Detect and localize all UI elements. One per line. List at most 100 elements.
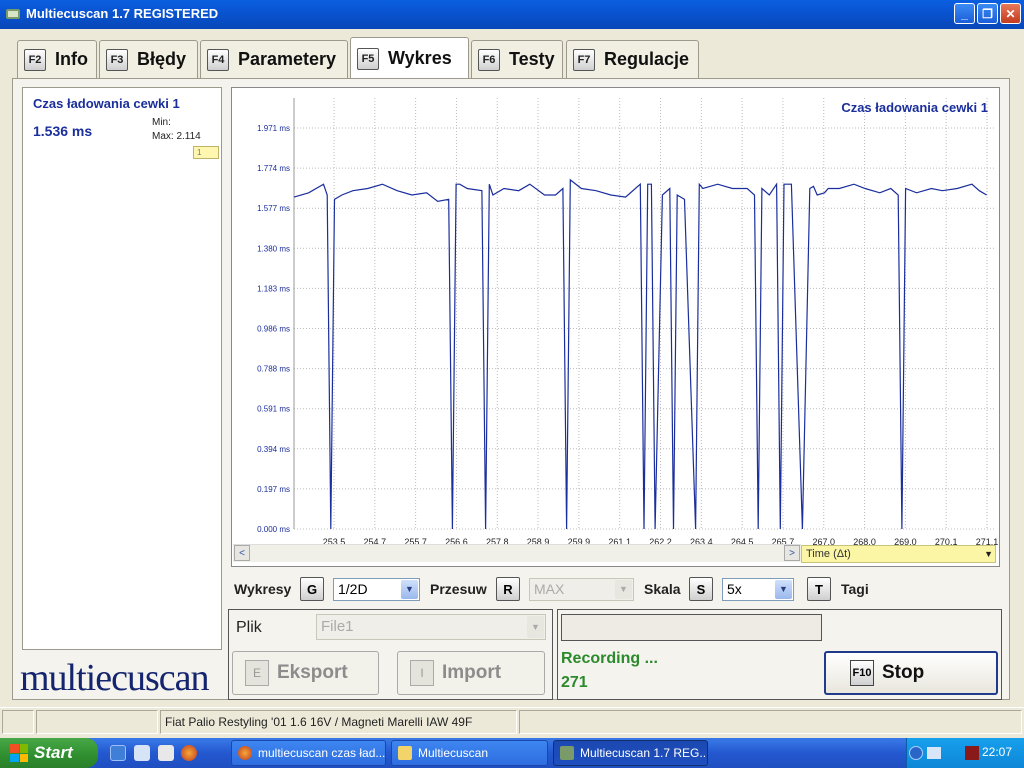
taskbar-item-label: multiecuscan czas ład... <box>258 746 386 760</box>
przesuw-select[interactable]: MAX ▼ <box>529 578 634 601</box>
przesuw-hotkey[interactable]: R <box>496 577 520 601</box>
file-value: File1 <box>321 618 354 635</box>
y-tick-label: 0.591 ms <box>257 405 290 414</box>
start-label: Start <box>34 743 73 762</box>
vehicle-info: Fiat Palio Restyling '01 1.6 16V / Magne… <box>160 710 517 751</box>
scroll-right-button[interactable]: > <box>784 545 800 561</box>
export-button[interactable]: E Eksport <box>232 651 379 695</box>
y-tick-label: 0.788 ms <box>257 365 290 374</box>
tab-parametery[interactable]: F4 Parametery <box>200 40 348 78</box>
series-line <box>293 178 987 530</box>
tab-key: F7 <box>573 48 595 71</box>
series-color-swatch[interactable]: 1 <box>193 146 219 159</box>
wykresy-hotkey[interactable]: G <box>300 577 324 601</box>
tab-key: F5 <box>357 47 379 70</box>
stop-label: Stop <box>882 662 925 683</box>
maximize-button[interactable]: ❐ <box>977 3 998 24</box>
stop-button[interactable]: F10 Stop <box>824 651 998 695</box>
wykresy-select[interactable]: 1/2D ▼ <box>333 578 420 601</box>
network-icon[interactable] <box>927 747 941 759</box>
skala-label: Skala <box>644 581 681 597</box>
quicklaunch-settings-icon[interactable] <box>110 745 126 761</box>
stop-hotkey: F10 <box>850 660 874 686</box>
quicklaunch-network-icon[interactable] <box>134 745 150 761</box>
chevron-right-icon: > <box>789 547 795 559</box>
chevron-down-icon: ▼ <box>527 616 544 638</box>
tab-key: F2 <box>24 48 46 71</box>
tab-bledy[interactable]: F3 Błędy <box>99 40 198 78</box>
y-tick-label: 1.183 ms <box>257 284 290 293</box>
tab-key: F6 <box>478 48 500 71</box>
window-title: Multiecuscan 1.7 REGISTERED <box>26 6 219 21</box>
tab-info[interactable]: F2 Info <box>17 40 97 78</box>
wykresy-value: 1/2D <box>338 581 368 597</box>
y-tick-label: 1.774 ms <box>257 164 290 173</box>
parameter-name: Czas ładowania cewki 1 <box>33 96 180 111</box>
time-axis-value: Time (Δt) <box>806 548 851 560</box>
taskbar-item-firefox[interactable]: multiecuscan czas ład... <box>231 740 386 766</box>
chart-area[interactable]: 0.000 ms 0.197 ms 0.394 ms 0.591 ms 0.788 ms… <box>231 87 1000 567</box>
wykresy-label: Wykresy <box>234 581 292 597</box>
folder-icon <box>398 746 412 760</box>
tab-label: Parametery <box>238 49 337 69</box>
recording-count: 271 <box>561 674 588 691</box>
tab-label: Testy <box>509 49 555 69</box>
chart-grid <box>293 98 994 530</box>
line-chart[interactable]: 0.000 ms 0.197 ms 0.394 ms 0.591 ms 0.788 ms… <box>232 88 1001 568</box>
app-icon <box>6 9 20 19</box>
skala-select[interactable]: 5x ▼ <box>722 578 794 601</box>
close-button[interactable]: ✕ <box>1000 3 1021 24</box>
export-label: Eksport <box>277 662 348 683</box>
parameter-list[interactable]: Czas ładowania cewki 1 1.536 ms Min: Max… <box>22 87 222 650</box>
tagi-hotkey[interactable]: T <box>807 577 831 601</box>
tab-label: Wykres <box>388 48 452 68</box>
import-hotkey: I <box>410 660 434 686</box>
export-hotkey: E <box>245 660 269 686</box>
quicklaunch-firefox-icon[interactable] <box>181 745 197 761</box>
app-icon <box>560 746 574 760</box>
tab-wykres[interactable]: F5 Wykres <box>350 37 469 79</box>
przesuw-label: Przesuw <box>430 581 487 597</box>
scroll-left-button[interactable]: < <box>234 545 250 561</box>
recording-progress-field <box>561 614 822 641</box>
parameter-min: Min: <box>152 117 171 128</box>
y-tick-label: 0.394 ms <box>257 445 290 454</box>
parameter-value: 1.536 ms <box>33 123 93 139</box>
tab-label: Regulacje <box>604 49 690 69</box>
tray-expand-icon[interactable] <box>909 746 923 760</box>
tab-testy[interactable]: F6 Testy <box>471 40 563 78</box>
file-select[interactable]: File1 ▼ <box>316 614 546 640</box>
tab-label: Info <box>55 49 88 69</box>
taskbar-item-folder[interactable]: Multiecuscan <box>391 740 548 766</box>
status-cell <box>2 710 34 734</box>
chevron-left-icon: < <box>239 547 245 559</box>
windows-logo-icon <box>10 744 28 762</box>
plik-label: Plik <box>236 619 262 636</box>
minimize-button[interactable]: _ <box>954 3 975 24</box>
close-icon: ✕ <box>1005 6 1016 21</box>
przesuw-value: MAX <box>534 581 565 597</box>
y-tick-label: 1.971 ms <box>257 124 290 133</box>
skala-hotkey[interactable]: S <box>689 577 713 601</box>
parameter-max: Max: 2.114 <box>152 131 201 142</box>
y-tick-label: 0.986 ms <box>257 325 290 334</box>
tray-app-icon[interactable] <box>965 746 979 760</box>
minimize-icon: _ <box>961 6 968 21</box>
tab-regulacje[interactable]: F7 Regulacje <box>566 40 699 78</box>
time-axis-select[interactable]: Time (Δt) ▼ <box>801 545 996 563</box>
chevron-down-icon: ▼ <box>615 580 632 599</box>
quicklaunch-document-icon[interactable] <box>158 745 174 761</box>
multiecuscan-logo: multiecuscan <box>20 657 209 699</box>
taskbar-item-multiecuscan[interactable]: Multiecuscan 1.7 REG... <box>553 740 708 766</box>
title-bar: Multiecuscan 1.7 REGISTERED _ ❐ ✕ <box>0 0 1024 29</box>
chevron-down-icon: ▼ <box>775 580 792 599</box>
tagi-label: Tagi <box>841 581 869 597</box>
import-button[interactable]: I Import <box>397 651 545 695</box>
chart-scrollbar[interactable] <box>233 544 801 562</box>
skala-value: 5x <box>727 581 742 597</box>
y-axis: 0.000 ms 0.197 ms 0.394 ms 0.591 ms 0.788 ms… <box>257 124 290 534</box>
taskbar-item-label: Multiecuscan <box>418 746 489 760</box>
restore-icon: ❐ <box>982 6 993 21</box>
firefox-icon <box>238 746 252 760</box>
start-button[interactable]: Start <box>0 738 98 768</box>
